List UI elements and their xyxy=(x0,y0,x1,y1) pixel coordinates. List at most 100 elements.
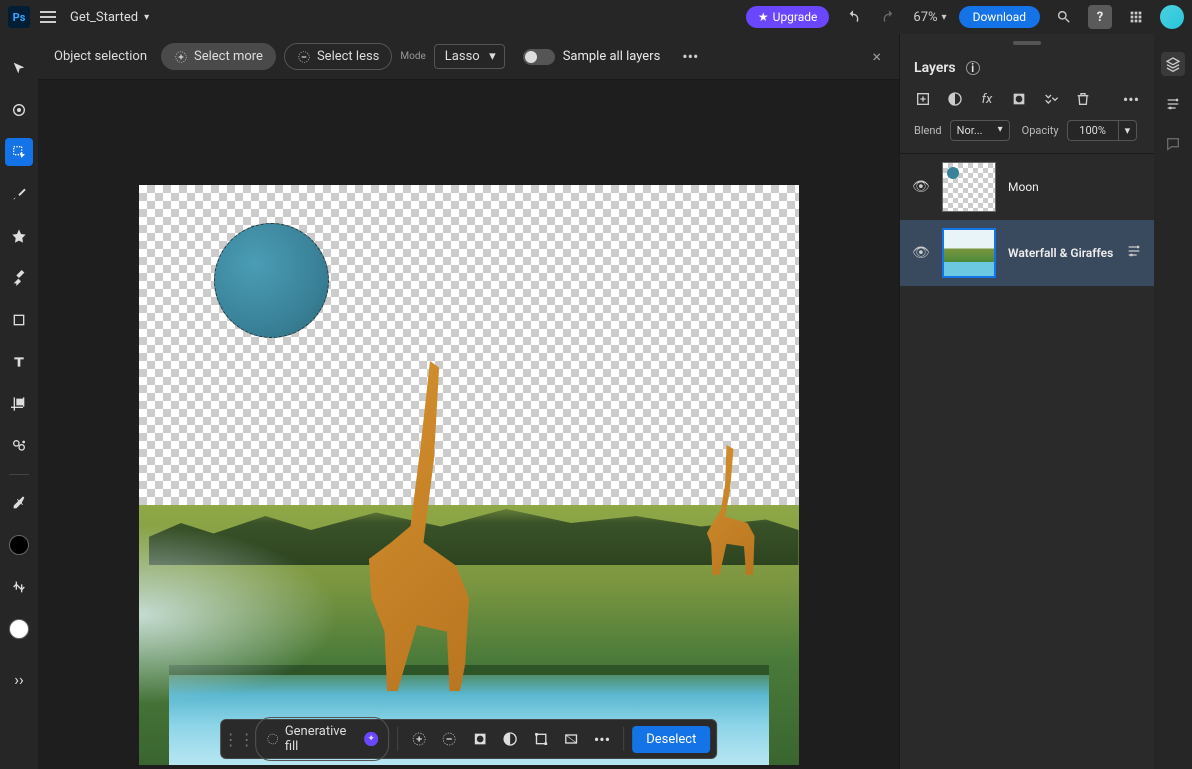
fx-icon[interactable]: fx xyxy=(978,90,996,108)
fill-icon[interactable] xyxy=(558,725,585,753)
user-avatar[interactable] xyxy=(1160,5,1184,29)
generative-fill-button[interactable]: Generative fill ✦ xyxy=(255,717,389,761)
left-toolbar: ›› xyxy=(0,34,38,769)
transform-selection-icon[interactable] xyxy=(528,725,555,753)
canvas[interactable] xyxy=(139,185,799,765)
layers-panel-header: Layers i xyxy=(900,52,1154,84)
right-rail xyxy=(1154,34,1192,769)
more-taskbar-icon[interactable]: ••• xyxy=(589,725,616,753)
layer-thumbnail[interactable] xyxy=(942,228,996,278)
gen-fill-label: Generative fill xyxy=(285,724,359,754)
main-area: ›› Object selection Select more Select l… xyxy=(0,34,1192,769)
info-icon[interactable]: i xyxy=(966,61,980,75)
swap-colors-icon[interactable] xyxy=(5,573,33,601)
comments-panel-icon[interactable] xyxy=(1161,132,1185,156)
opacity-dropdown-button[interactable]: ▾ xyxy=(1119,120,1138,141)
clone-tool[interactable] xyxy=(5,264,33,292)
move-tool[interactable] xyxy=(5,54,33,82)
move-taskbar-handle[interactable]: ⋮⋮ xyxy=(227,727,251,751)
zoom-dropdown[interactable]: 67% ▾ xyxy=(913,10,946,25)
blend-label: Blend xyxy=(914,124,942,137)
help-button[interactable]: ? xyxy=(1088,5,1112,29)
contextual-taskbar: ⋮⋮ Generative fill ✦ ••• Deselect xyxy=(220,719,718,759)
invert-icon[interactable] xyxy=(497,725,524,753)
eyedropper-tool[interactable] xyxy=(5,489,33,517)
more-options-icon[interactable]: ••• xyxy=(678,45,702,69)
select-less-button[interactable]: Select less xyxy=(284,43,392,70)
chevron-down-icon: ▾ xyxy=(144,12,149,23)
redo-button[interactable] xyxy=(877,5,901,29)
crop-tool[interactable] xyxy=(5,390,33,418)
transform-tool[interactable] xyxy=(5,96,33,124)
blend-opacity-row: Blend Nor...▾ Opacity 100% ▾ xyxy=(900,114,1154,154)
layer-row[interactable]: 👁 Moon xyxy=(900,154,1154,220)
deselect-button[interactable]: Deselect xyxy=(632,726,710,753)
mode-label: Mode xyxy=(400,51,425,62)
ai-badge-icon: ✦ xyxy=(365,732,378,746)
options-bar: Object selection Select more Select less… xyxy=(38,34,899,80)
blend-mode-select[interactable]: Nor...▾ xyxy=(950,120,1010,141)
layers-title: Layers xyxy=(914,60,956,76)
layers-panel-toggle-icon[interactable] xyxy=(1161,52,1185,76)
text-tool[interactable] xyxy=(5,348,33,376)
brush-tool[interactable] xyxy=(5,180,33,208)
add-layer-icon[interactable] xyxy=(914,90,932,108)
search-icon[interactable] xyxy=(1052,5,1076,29)
adjustments-tool[interactable] xyxy=(5,432,33,460)
mask-icon[interactable] xyxy=(467,725,494,753)
sample-all-label: Sample all layers xyxy=(563,49,661,64)
layers-actions-row: fx ••• xyxy=(900,84,1154,114)
document-title-dropdown[interactable]: Get_Started ▾ xyxy=(70,10,149,25)
adjustment-layer-icon[interactable] xyxy=(946,90,964,108)
selection-tool[interactable] xyxy=(5,138,33,166)
healing-tool[interactable] xyxy=(5,222,33,250)
undo-button[interactable] xyxy=(841,5,865,29)
upgrade-label: Upgrade xyxy=(773,10,818,24)
star-icon: ★ xyxy=(758,10,769,24)
select-more-button[interactable]: Select more xyxy=(161,43,276,70)
layer-name: Waterfall & Giraffes xyxy=(1008,246,1114,260)
download-button[interactable]: Download xyxy=(959,6,1040,28)
layer-thumbnail[interactable] xyxy=(942,162,996,212)
document-title: Get_Started xyxy=(70,10,138,25)
mode-select[interactable]: Lasso xyxy=(434,44,505,69)
visibility-toggle-icon[interactable]: 👁 xyxy=(912,179,930,195)
layer-properties-icon[interactable] xyxy=(1126,243,1142,263)
mask-layer-icon[interactable] xyxy=(1010,90,1028,108)
opacity-label: Opacity xyxy=(1022,124,1059,137)
select-more-label: Select more xyxy=(194,49,263,64)
divider xyxy=(397,727,398,751)
group-icon[interactable] xyxy=(1042,90,1060,108)
chevron-down-icon: ▾ xyxy=(942,12,947,23)
layer-row[interactable]: 👁 Waterfall & Giraffes xyxy=(900,220,1154,286)
moon-selection[interactable] xyxy=(214,223,329,338)
add-selection-icon[interactable] xyxy=(406,725,433,753)
photoshop-logo-icon[interactable]: Ps xyxy=(8,6,30,28)
background-color[interactable] xyxy=(5,615,33,643)
sample-all-layers-toggle[interactable] xyxy=(523,49,555,65)
more-layer-actions-icon[interactable]: ••• xyxy=(1122,90,1140,108)
select-less-label: Select less xyxy=(317,49,379,64)
hamburger-menu-icon[interactable] xyxy=(40,7,60,27)
canvas-viewport[interactable] xyxy=(38,80,899,769)
more-tools-icon[interactable]: ›› xyxy=(5,665,33,693)
divider xyxy=(9,474,29,475)
shape-tool[interactable] xyxy=(5,306,33,334)
close-options-button[interactable]: × xyxy=(864,47,889,66)
subtract-selection-icon[interactable] xyxy=(436,725,463,753)
panel-grab-handle[interactable] xyxy=(900,34,1154,52)
center-area: Object selection Select more Select less… xyxy=(38,34,899,769)
opacity-input[interactable]: 100% xyxy=(1067,120,1119,141)
object-selection-label: Object selection xyxy=(48,49,153,64)
properties-panel-icon[interactable] xyxy=(1161,92,1185,116)
divider xyxy=(623,727,624,751)
upgrade-button[interactable]: ★ Upgrade xyxy=(746,6,830,28)
zoom-value: 67% xyxy=(913,10,937,25)
visibility-toggle-icon[interactable]: 👁 xyxy=(912,245,930,261)
foreground-color[interactable] xyxy=(5,531,33,559)
apps-grid-icon[interactable] xyxy=(1124,5,1148,29)
layers-panel: Layers i fx ••• Blend Nor...▾ Opacity 10… xyxy=(899,34,1154,769)
layer-list: 👁 Moon 👁 Waterfall & Giraffes xyxy=(900,154,1154,769)
topbar-right: ★ Upgrade 67% ▾ Download ? xyxy=(746,5,1184,29)
delete-layer-icon[interactable] xyxy=(1074,90,1092,108)
